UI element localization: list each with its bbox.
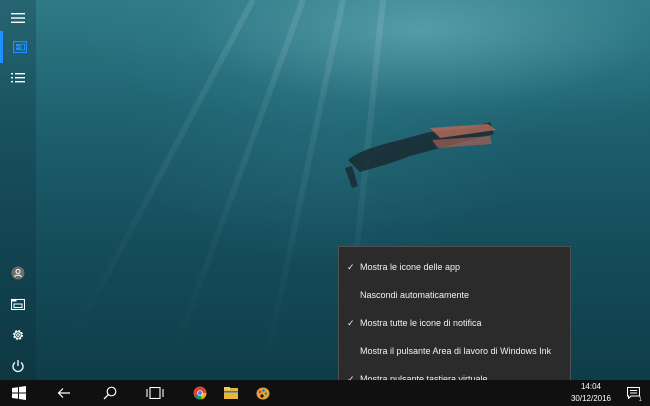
check-icon: ✓ (347, 262, 355, 272)
list-icon (11, 73, 25, 83)
menu-item-label: Nascondi automaticamente (360, 290, 470, 300)
file-explorer-taskbar-button[interactable] (213, 380, 249, 406)
hamburger-icon (11, 13, 25, 23)
paint-icon (256, 387, 270, 400)
power-button[interactable] (0, 350, 36, 382)
menu-item-auto-hide[interactable]: Nascondi automaticamente (339, 281, 570, 309)
action-center-icon (626, 387, 640, 399)
chrome-icon (193, 386, 207, 400)
back-button[interactable] (46, 380, 82, 406)
taskbar-context-menu: ✓ Mostra le icone delle app Nascondi aut… (338, 246, 571, 398)
side-rail (0, 0, 36, 380)
search-button[interactable] (92, 380, 128, 406)
menu-item-label: Mostra il pulsante Area di lavoro di Win… (360, 346, 552, 356)
clock-date: 30/12/2016 (570, 394, 612, 403)
paint-taskbar-button[interactable] (245, 380, 281, 406)
user-avatar-icon (11, 266, 25, 280)
explorer-icon (11, 298, 25, 310)
hamburger-menu-button[interactable] (0, 2, 36, 34)
settings-button[interactable] (0, 319, 36, 351)
notification-count-badge: 1 (638, 397, 642, 403)
tiles-icon (12, 41, 27, 53)
menu-item-label: Mostra le icone delle app (360, 262, 461, 272)
gear-icon (12, 329, 24, 341)
file-explorer-icon (224, 387, 238, 399)
search-icon (103, 386, 117, 400)
action-center-button[interactable]: 1 (620, 380, 646, 406)
menu-item-show-app-icons[interactable]: ✓ Mostra le icone delle app (339, 253, 570, 281)
file-explorer-rail-button[interactable] (0, 288, 36, 320)
menu-item-show-all-notification-icons[interactable]: ✓ Mostra tutte le icone di notifica (339, 309, 570, 337)
task-view-button[interactable] (137, 380, 173, 406)
tiles-button[interactable] (0, 31, 36, 63)
check-icon: ✓ (347, 318, 355, 328)
task-view-icon (146, 387, 164, 399)
menu-item-label: Mostra tutte le icone di notifica (360, 318, 482, 328)
menu-item-show-windows-ink-button[interactable]: Mostra il pulsante Area di lavoro di Win… (339, 337, 570, 365)
windows-logo-icon (12, 386, 26, 400)
clock-time: 14:04 (580, 382, 602, 391)
power-icon (12, 360, 24, 373)
app-list-button[interactable] (0, 62, 36, 94)
user-account-button[interactable] (0, 257, 36, 289)
back-arrow-icon (57, 388, 70, 398)
start-button[interactable] (1, 380, 37, 406)
system-clock[interactable]: 14:04 30/12/2016 (566, 381, 616, 405)
taskbar: 14:04 30/12/2016 1 (0, 380, 650, 406)
